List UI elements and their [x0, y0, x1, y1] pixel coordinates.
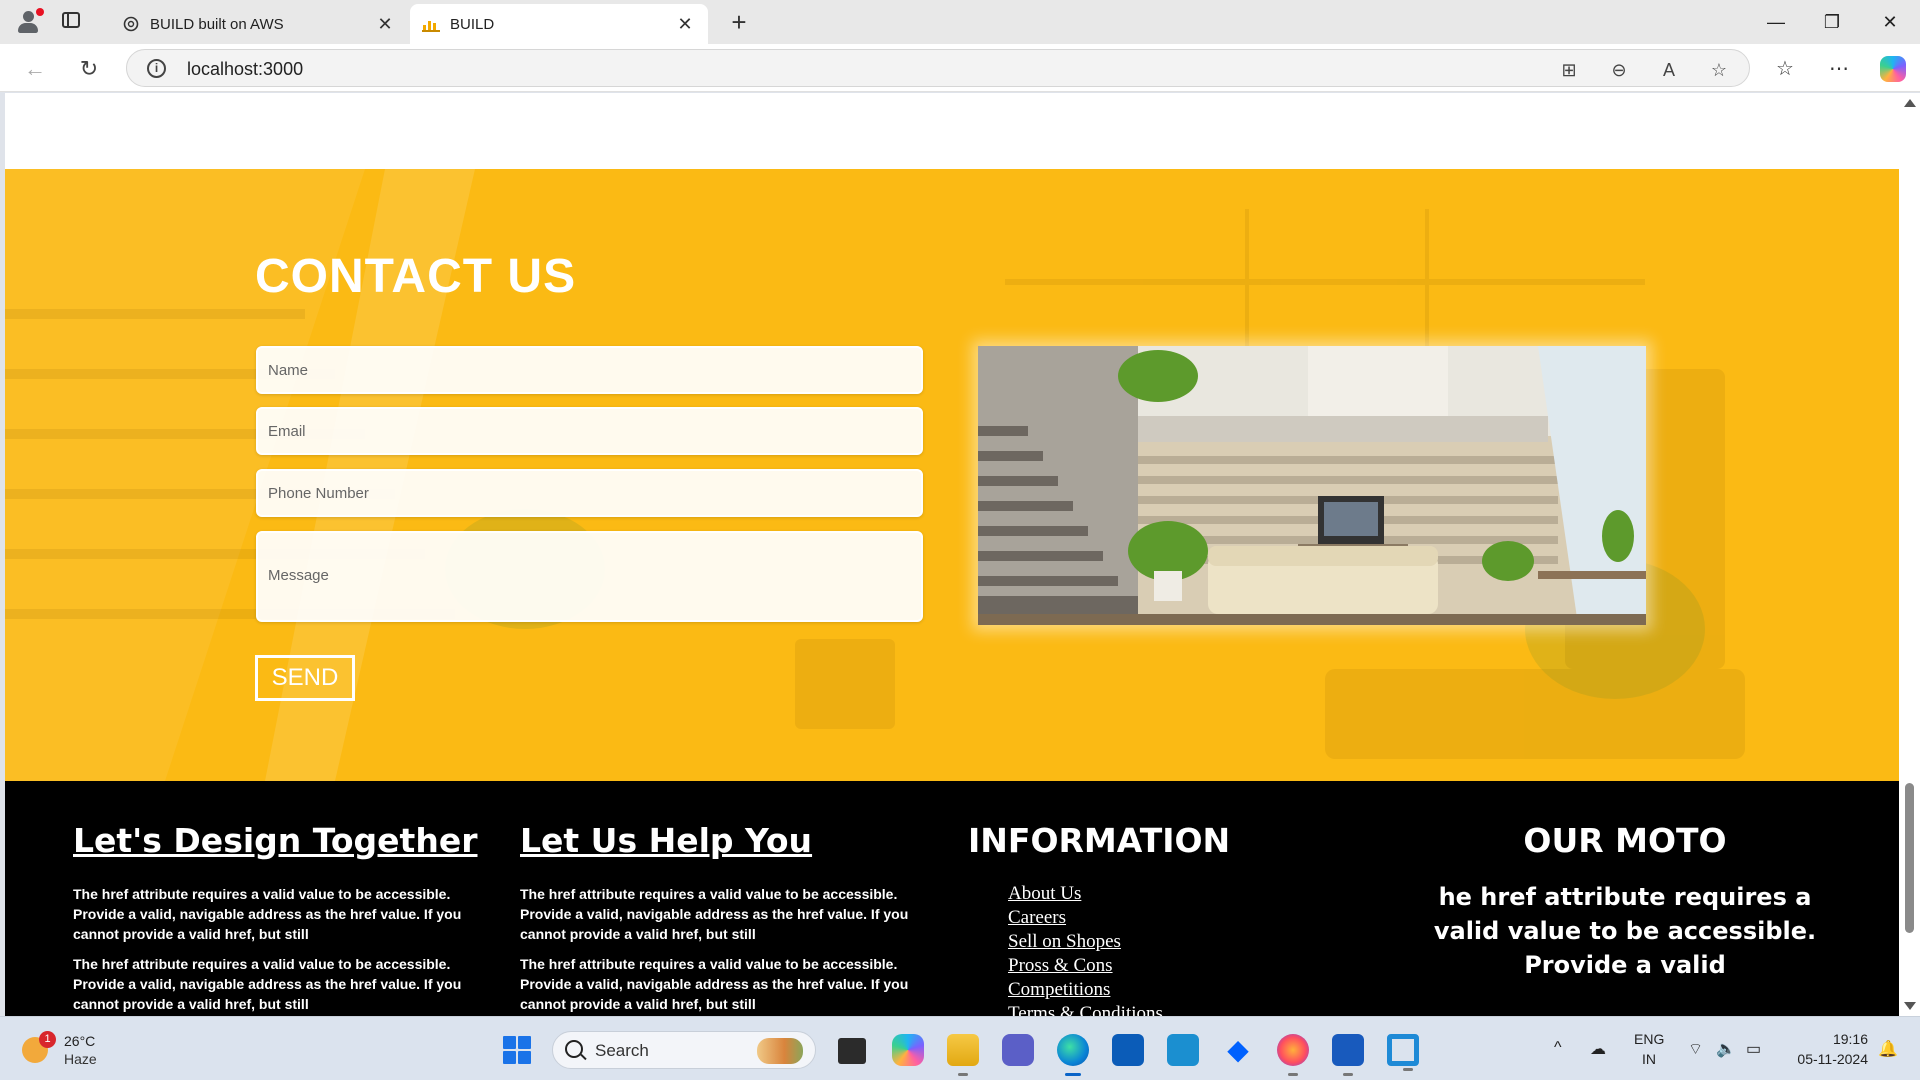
read-aloud-icon[interactable]: A	[1657, 58, 1681, 82]
zoom-out-icon[interactable]: ⊖	[1607, 58, 1631, 82]
word-icon[interactable]	[1332, 1034, 1364, 1076]
footer-column-moto: OUR MOTO he href attribute requires a va…	[1415, 821, 1835, 982]
moto-text: he href attribute requires a valid value…	[1433, 883, 1817, 979]
firefox-icon[interactable]	[1277, 1034, 1309, 1076]
footer-paragraph: The href attribute requires a valid valu…	[73, 956, 462, 1012]
search-icon	[565, 1040, 583, 1058]
volume-icon[interactable]: 🔈	[1716, 1039, 1736, 1059]
browser-tab-bar: BUILD built on AWS ✕ BUILD ✕ + — ❐ ✕	[0, 0, 1920, 44]
notification-bell-icon[interactable]: 🔔	[1878, 1039, 1898, 1059]
info-link-item: About Us	[1008, 882, 1230, 906]
windows-taskbar: 1 26°C Haze Search ◆ ^ ☁ ENG IN ⌔ 🔈 ▭ 19…	[0, 1016, 1920, 1080]
page-viewport: CONTACT US SEND	[5, 93, 1899, 1016]
openai-icon	[122, 15, 140, 33]
favorites-icon[interactable]: ☆	[1772, 56, 1798, 82]
scrollbar-thumb[interactable]	[1905, 783, 1914, 933]
footer-heading-information: INFORMATION	[968, 821, 1231, 860]
address-url[interactable]: localhost:3000	[187, 59, 303, 80]
vscode-icon[interactable]	[1387, 1034, 1419, 1071]
edge-icon[interactable]	[1057, 1034, 1089, 1076]
careers-link[interactable]: Careers	[1008, 907, 1066, 928]
weather-condition: Haze	[64, 1051, 97, 1067]
name-input[interactable]	[256, 346, 923, 394]
weather-temperature: 26°C	[64, 1033, 96, 1049]
clock-time[interactable]: 19:16	[1820, 1031, 1868, 1047]
refresh-button[interactable]: ↻	[74, 54, 104, 84]
interior-image	[978, 346, 1646, 625]
close-tab-icon[interactable]: ✕	[674, 13, 696, 35]
back-button[interactable]: ←	[20, 54, 50, 84]
restore-button[interactable]: ❐	[1814, 8, 1850, 36]
tab-actions-icon[interactable]	[62, 12, 80, 28]
message-textarea[interactable]	[256, 531, 923, 622]
teams-icon[interactable]	[1002, 1034, 1034, 1066]
language-indicator[interactable]: ENG	[1634, 1031, 1664, 1047]
file-explorer-icon[interactable]	[947, 1034, 979, 1076]
footer-column-help: Let Us Help You The href attribute requi…	[520, 821, 920, 1014]
tab-title: BUILD built on AWS	[150, 15, 284, 33]
footer-heading-design[interactable]: Let's Design Together	[73, 821, 477, 860]
info-link-item: Competitions	[1008, 978, 1230, 1002]
terms-conditions-link[interactable]: Terms & Conditions	[1008, 1003, 1163, 1016]
footer-paragraph: The href attribute requires a valid valu…	[73, 886, 462, 942]
myhp-icon[interactable]	[1167, 1034, 1199, 1066]
footer-paragraph: The href attribute requires a valid valu…	[520, 956, 909, 1012]
email-input[interactable]	[256, 407, 923, 455]
microsoft-store-icon[interactable]	[1112, 1034, 1144, 1066]
new-tab-button[interactable]: +	[724, 8, 754, 38]
info-link-item: Terms & Conditions	[1008, 1002, 1230, 1016]
clock-date[interactable]: 05-11-2024	[1784, 1051, 1868, 1067]
chart-icon	[422, 15, 440, 33]
tab-build-built-on-aws[interactable]: BUILD built on AWS ✕	[110, 4, 408, 44]
favorite-star-icon[interactable]: ☆	[1707, 58, 1731, 82]
onedrive-icon[interactable]: ☁	[1590, 1039, 1606, 1059]
info-link-item: Sell on Shopes	[1008, 930, 1230, 954]
copilot-app-icon[interactable]	[892, 1034, 924, 1066]
tab-title: BUILD	[450, 15, 495, 33]
site-footer: Let's Design Together The href attribute…	[5, 781, 1899, 1016]
search-label: Search	[595, 1041, 649, 1060]
info-link-item: Careers	[1008, 906, 1230, 930]
information-links: About Us Careers Sell on Shopes Pross & …	[1008, 882, 1230, 1016]
pross-cons-link[interactable]: Pross & Cons	[1008, 955, 1113, 976]
footer-paragraph: The href attribute requires a valid valu…	[520, 886, 909, 942]
footer-column-design: Let's Design Together The href attribute…	[73, 821, 477, 1014]
competitions-link[interactable]: Competitions	[1008, 979, 1110, 1000]
battery-icon[interactable]: ▭	[1746, 1039, 1761, 1059]
address-bar[interactable]: i localhost:3000 ⊞ ⊖ A ☆	[126, 49, 1750, 87]
send-button[interactable]: SEND	[255, 655, 355, 701]
tab-build[interactable]: BUILD ✕	[410, 4, 708, 44]
weather-widget[interactable]: 1 26°C Haze	[22, 1031, 142, 1071]
copilot-icon[interactable]	[1880, 56, 1906, 82]
phone-input[interactable]	[256, 469, 923, 517]
notification-badge: 1	[39, 1031, 56, 1048]
contact-title: CONTACT US	[255, 250, 577, 303]
scroll-up-arrow-icon[interactable]	[1904, 99, 1916, 107]
windows-start-icon[interactable]	[503, 1036, 531, 1064]
scroll-down-arrow-icon[interactable]	[1904, 1002, 1916, 1010]
dropbox-icon[interactable]: ◆	[1222, 1034, 1254, 1066]
sell-on-shopes-link[interactable]: Sell on Shopes	[1008, 931, 1121, 952]
more-menu-icon[interactable]: ⋯	[1826, 56, 1852, 82]
minimize-button[interactable]: —	[1758, 8, 1794, 36]
show-hidden-icons-chevron-icon[interactable]: ^	[1554, 1039, 1562, 1057]
site-info-icon[interactable]: i	[147, 59, 166, 78]
footer-heading-moto: OUR MOTO	[1523, 821, 1727, 860]
app-available-icon[interactable]: ⊞	[1557, 58, 1581, 82]
profile-icon[interactable]	[14, 8, 44, 36]
browser-toolbar: ← ↻ i localhost:3000 ⊞ ⊖ A ☆ ☆ ⋯	[0, 44, 1920, 92]
footer-heading-help[interactable]: Let Us Help You	[520, 821, 920, 860]
info-link-item: Pross & Cons	[1008, 954, 1230, 978]
search-highlight-icon	[757, 1038, 803, 1064]
about-us-link[interactable]: About Us	[1008, 883, 1081, 904]
footer-column-information: INFORMATION About Us Careers Sell on Sho…	[968, 821, 1230, 1016]
contact-section: CONTACT US SEND	[5, 169, 1899, 781]
taskbar-search[interactable]: Search	[552, 1031, 816, 1069]
wifi-icon[interactable]: ⌔	[1688, 1039, 1703, 1059]
task-view-icon[interactable]	[838, 1038, 866, 1064]
close-tab-icon[interactable]: ✕	[374, 13, 396, 35]
region-indicator[interactable]: IN	[1642, 1051, 1656, 1067]
close-window-button[interactable]: ✕	[1872, 8, 1908, 36]
page-scrollbar[interactable]	[1899, 93, 1920, 1016]
